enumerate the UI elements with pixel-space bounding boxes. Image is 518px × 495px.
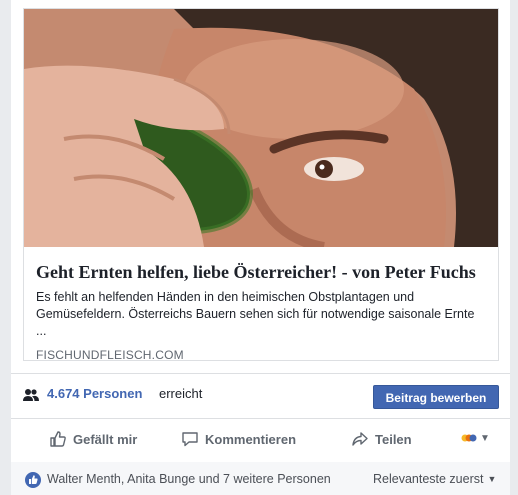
boost-post-button[interactable]: Beitrag bewerben (373, 385, 499, 409)
comment-button[interactable]: Kommentieren (181, 428, 296, 450)
reaction-picker[interactable]: ▼ (461, 432, 490, 444)
divider (11, 373, 510, 374)
reach-count[interactable]: 4.674 Personen (47, 386, 142, 401)
comment-icon (182, 432, 198, 447)
preview-domain: FISCHUNDFLEISCH.COM (36, 348, 184, 361)
share-label: Teilen (375, 431, 412, 447)
emoji-reactions-icon (461, 434, 477, 442)
like-reaction-icon (25, 472, 41, 488)
like-label: Gefällt mir (73, 431, 138, 447)
people-icon (23, 389, 39, 401)
share-button[interactable]: Teilen (351, 428, 412, 450)
divider (11, 418, 510, 419)
preview-title[interactable]: Geht Ernten helfen, liebe Österreicher! … (36, 261, 486, 283)
thumbs-up-icon (50, 431, 66, 447)
preview-description: Es fehlt an helfenden Händen in den heim… (36, 290, 475, 338)
preview-text: Geht Ernten helfen, liebe Österreicher! … (24, 247, 498, 361)
comment-sort-select[interactable]: Relevanteste zuerst ▼ (373, 472, 496, 486)
chevron-down-icon: ▼ (487, 474, 497, 484)
preview-image[interactable] (24, 9, 498, 247)
like-button[interactable]: Gefällt mir (49, 428, 137, 450)
comment-label: Kommentieren (205, 431, 297, 447)
reactions-row: Walter Menth, Anita Bunge und 7 weitere … (11, 462, 510, 495)
reach-suffix: erreicht (159, 386, 203, 401)
link-preview[interactable]: Geht Ernten helfen, liebe Österreicher! … (23, 8, 499, 361)
share-icon (352, 432, 368, 446)
reactions-summary[interactable]: Walter Menth, Anita Bunge und 7 weitere … (47, 472, 331, 486)
action-row: Gefällt mir Kommentieren Teilen ▼ (11, 424, 510, 454)
man-holding-cucumber-photo (24, 9, 498, 247)
post-card: Geht Ernten helfen, liebe Österreicher! … (11, 0, 510, 495)
sort-label: Relevanteste zuerst (373, 472, 484, 486)
chevron-down-icon: ▼ (480, 432, 490, 444)
